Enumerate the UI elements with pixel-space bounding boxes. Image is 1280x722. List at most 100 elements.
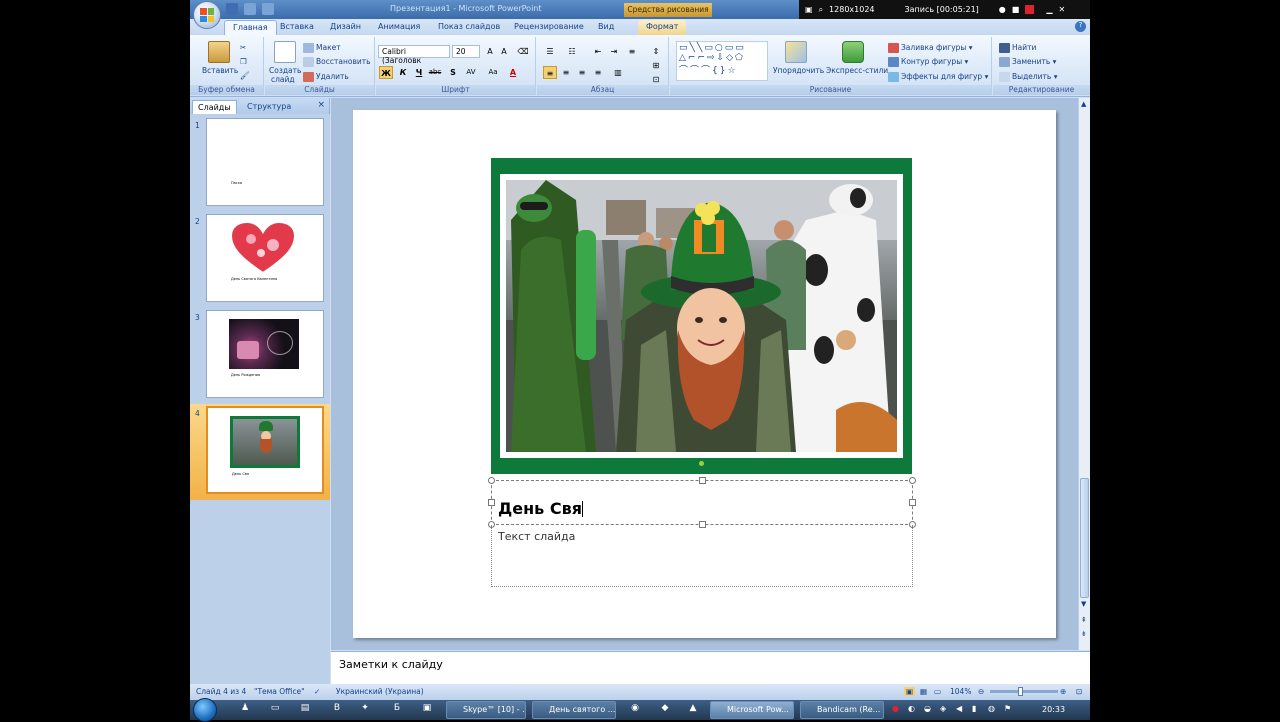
new-slide-label-1[interactable]: Создать [269, 66, 301, 75]
app-d-icon[interactable]: ◆ [658, 703, 672, 717]
underline-button[interactable]: Ч [412, 66, 426, 79]
scroll-up-icon[interactable]: ▲ [1081, 100, 1086, 108]
tab-slideshow[interactable]: Показ слайдов [430, 20, 508, 35]
app-c-icon[interactable]: ◉ [628, 703, 642, 717]
quick-styles-icon[interactable] [842, 41, 864, 63]
slide-body-placeholder[interactable]: Текст слайда [491, 525, 913, 587]
increase-indent-icon[interactable]: ⇥ [607, 45, 621, 58]
scroll-down-icon[interactable]: ▼ [1081, 600, 1086, 608]
tab-slides[interactable]: Слайды [192, 100, 237, 114]
arrange-icon[interactable] [785, 41, 807, 63]
cut-icon[interactable]: ✂ [240, 43, 246, 52]
new-slide-label-2[interactable]: слайд [271, 75, 295, 84]
change-case-button[interactable]: Aa [484, 66, 502, 79]
resize-handle[interactable] [909, 499, 916, 506]
redo-icon[interactable] [262, 3, 274, 15]
office-button[interactable] [193, 1, 221, 29]
shrink-font-icon[interactable]: A [497, 45, 511, 58]
start-button[interactable] [193, 698, 217, 722]
help-icon[interactable]: ? [1075, 21, 1086, 32]
italic-button[interactable]: К [396, 66, 410, 79]
align-center-icon[interactable]: ≡ [559, 66, 573, 79]
new-slide-icon[interactable] [274, 41, 296, 63]
select-button[interactable]: Выделить ▾ [999, 72, 1057, 82]
taskbar-task-skype[interactable]: Skype™ [10] - ... [446, 701, 526, 719]
record-tray-icon[interactable]: ● [892, 704, 899, 713]
shadow-button[interactable]: S [446, 66, 460, 79]
app-e-icon[interactable]: ▲ [686, 703, 700, 717]
layout-button[interactable]: Макет [303, 43, 341, 53]
search-icon[interactable]: ⌕ [819, 5, 823, 15]
tab-format[interactable]: Формат [638, 20, 687, 35]
tab-review[interactable]: Рецензирование [506, 20, 592, 35]
decrease-indent-icon[interactable]: ⇤ [591, 45, 605, 58]
quick-styles-button[interactable]: Экспресс-стили [826, 66, 888, 75]
zoom-out-icon[interactable]: ⊖ [978, 687, 984, 696]
align-text-icon[interactable]: ⊞ [649, 59, 663, 72]
resize-handle[interactable] [699, 477, 706, 484]
normal-view-icon[interactable]: ▣ [904, 687, 916, 696]
zoom-slider[interactable] [990, 690, 1058, 693]
taskbar-task-browser[interactable]: День святого ... [532, 701, 616, 719]
vk-icon[interactable]: В [330, 703, 344, 717]
resize-handle[interactable] [488, 499, 495, 506]
shape-fill-button[interactable]: Заливка фигуры ▾ [888, 43, 973, 53]
slide-thumbnail-4[interactable]: 4 День Свя [190, 404, 330, 500]
find-button[interactable]: Найти [999, 43, 1036, 53]
tray-icon[interactable]: ◍ [988, 704, 995, 713]
recorder-menu-icon[interactable]: ● [999, 5, 1006, 14]
char-spacing-button[interactable]: AV [462, 66, 480, 79]
window-icon[interactable]: ▣ [420, 703, 434, 717]
record-stop-icon[interactable] [1025, 5, 1035, 14]
language-status[interactable]: Украинский (Украина) [336, 687, 424, 696]
shapes-gallery[interactable]: ▭╲╲▭○▭▭ △⌐⌐⇨⇩◇⬠ ⌒⌒⌒{}☆ [676, 41, 768, 81]
clear-format-icon[interactable]: ⌫ [516, 45, 530, 58]
reset-button[interactable]: Восстановить [303, 57, 371, 67]
zoom-level[interactable]: 104% [950, 687, 971, 696]
previous-slide-icon[interactable]: ⇞ [1081, 616, 1087, 624]
paste-button[interactable]: Вставить [202, 66, 238, 75]
delete-button[interactable]: Удалить [303, 72, 349, 82]
fit-slide-icon[interactable]: ⊡ [1076, 687, 1082, 696]
slide-thumbnail-2[interactable]: 2 День Святого Валентина [190, 212, 330, 308]
browser-icon[interactable]: ✦ [358, 703, 372, 717]
zoom-in-icon[interactable]: ⊕ [1060, 687, 1066, 696]
taskbar-task-bandicam[interactable]: Bandicam (Re... [800, 701, 884, 719]
shape-outline-button[interactable]: Контур фигуры ▾ [888, 57, 968, 67]
slideshow-icon[interactable]: ▭ [934, 687, 941, 696]
align-left-icon[interactable]: ≡ [543, 66, 557, 79]
monitor-app-icon[interactable]: ▭ [268, 703, 282, 717]
paste-icon[interactable] [208, 41, 230, 63]
tab-outline[interactable]: Структура [242, 100, 296, 114]
taskbar-task-powerpoint[interactable]: Microsoft Pow... [710, 701, 794, 719]
close-icon[interactable]: ✕ [1059, 5, 1066, 14]
slide-thumbnail-3[interactable]: 3 День Рождения [190, 308, 330, 404]
resize-handle[interactable] [488, 477, 495, 484]
current-slide[interactable]: День Свя Текст слайда [353, 110, 1056, 638]
slide-title-text[interactable]: День Свя [498, 499, 583, 518]
rotation-handle-icon[interactable] [699, 461, 704, 466]
tray-icon[interactable]: ◐ [908, 704, 915, 713]
resize-handle[interactable] [909, 477, 916, 484]
copy-icon[interactable]: ❐ [240, 57, 247, 66]
bullets-icon[interactable]: ☰ [543, 45, 557, 58]
font-name-combo[interactable]: Calibri (Заголовк [378, 45, 450, 65]
tab-design[interactable]: Дизайн [322, 20, 369, 35]
folder-icon[interactable]: ▤ [298, 703, 312, 717]
arrange-button[interactable]: Упорядочить [773, 66, 824, 75]
tray-icon[interactable]: ◒ [924, 704, 931, 713]
notes-pane[interactable]: Заметки к слайду [331, 651, 1090, 684]
network-icon[interactable]: ▮ [972, 704, 976, 713]
flag-icon[interactable]: ⚑ [1004, 704, 1011, 713]
spellcheck-icon[interactable]: ✓ [314, 687, 320, 696]
tab-insert[interactable]: Вставка [272, 20, 322, 35]
minimize-icon[interactable]: ▁ [1046, 5, 1052, 14]
next-slide-icon[interactable]: ⇟ [1081, 630, 1087, 638]
grow-font-icon[interactable]: A [483, 45, 497, 58]
align-right-icon[interactable]: ≡ [575, 66, 589, 79]
font-color-button[interactable]: A [506, 66, 520, 79]
tab-animation[interactable]: Анимация [370, 20, 428, 35]
columns-icon[interactable]: ▥ [611, 66, 625, 79]
save-icon[interactable] [226, 3, 238, 15]
taskbar-clock[interactable]: 20:33 [1042, 705, 1065, 714]
